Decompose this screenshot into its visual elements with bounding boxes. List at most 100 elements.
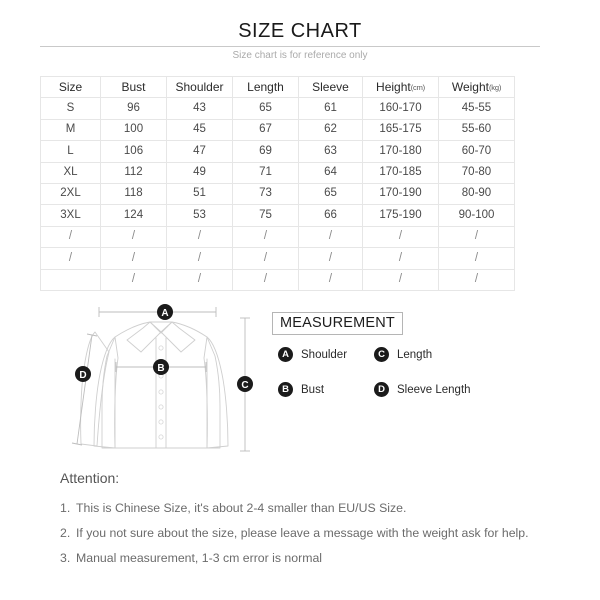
cell-weight: 60-70 (438, 140, 515, 163)
column-header-length-label: Length (247, 80, 284, 95)
cell-size: XL (40, 161, 101, 184)
cell-sleeve: 61 (298, 97, 363, 120)
attention-note-number: 2. (60, 525, 71, 540)
cell-length: / (232, 247, 299, 270)
title-divider (40, 46, 540, 47)
cell-length: / (232, 225, 299, 249)
cell-sleeve: 64 (298, 161, 363, 184)
cell-length: 71 (232, 161, 299, 184)
measurement-heading: MEASUREMENT (272, 312, 403, 335)
column-header-sleeve: Sleeve (298, 75, 363, 99)
cell-length: 67 (232, 118, 299, 142)
marker-b-icon: B (153, 359, 169, 375)
badge-c-icon: C (374, 347, 389, 362)
cell-height: / (362, 247, 439, 270)
size-table: Size Bust Shoulder Length Sleeve Height(… (40, 75, 515, 291)
attention-note-number-truncated (60, 574, 76, 592)
table-header-row: Size Bust Shoulder Length Sleeve Height(… (40, 75, 515, 99)
page-subtitle: Size chart is for reference only (232, 50, 368, 61)
cell-shoulder: / (166, 268, 233, 291)
table-row: / / / / / / / (40, 247, 515, 270)
cell-size: M (40, 118, 101, 142)
sleeve-measure-line (76, 334, 93, 445)
cell-bust: 96 (100, 97, 167, 120)
cell-weight: / (438, 225, 515, 249)
cell-weight: 90-100 (438, 204, 515, 227)
svg-text:A: A (161, 308, 168, 319)
size-chart-page: SIZE CHART Size chart is for reference o… (0, 0, 600, 600)
cell-sleeve: 65 (298, 182, 363, 206)
attention-notes: 1. This is Chinese Size, it's about 2-4 … (60, 500, 530, 599)
cell-size: / (40, 247, 101, 270)
cell-shoulder: / (166, 247, 233, 270)
cell-shoulder: 47 (166, 140, 233, 163)
legend-label-bust: Bust (301, 383, 325, 396)
legend-label-sleeve-length: Sleeve Length (397, 383, 471, 396)
attention-note-text: If you not sure about the size, please l… (76, 525, 529, 540)
legend-item-length: C Length (374, 347, 432, 362)
table-row: 3XL 124 53 75 66 175-190 90-100 (40, 204, 515, 227)
cell-height: / (362, 225, 439, 249)
table-row: M 100 45 67 62 165-175 55-60 (40, 118, 515, 142)
cell-size: S (40, 97, 101, 120)
table-body: S 96 43 65 61 160-170 45-55 M 100 45 67 … (40, 97, 515, 291)
cell-weight: 55-60 (438, 118, 515, 142)
legend-row: B Bust D Sleeve Length (278, 382, 528, 397)
attention-note-number: 1. (60, 501, 71, 515)
svg-text:C: C (241, 380, 248, 391)
cell-sleeve: / (298, 268, 363, 291)
cell-bust: 112 (100, 161, 167, 184)
cell-length: 69 (232, 140, 299, 163)
attention-note: 3. Manual measurement, 1-3 cm error is n… (60, 550, 530, 568)
legend-item-sleeve-length: D Sleeve Length (374, 382, 471, 397)
table-row: S 96 43 65 61 160-170 45-55 (40, 97, 515, 120)
column-header-weight-label: Weight (451, 80, 489, 95)
column-header-weight: Weight(kg) (438, 75, 515, 99)
cell-size: / (40, 225, 101, 249)
cell-sleeve: 62 (298, 118, 363, 142)
column-header-height-label: Height (376, 80, 411, 95)
cell-bust: 124 (100, 204, 167, 227)
table-row: 2XL 118 51 73 65 170-190 80-90 (40, 182, 515, 206)
attention-note-truncated (60, 574, 530, 592)
column-header-weight-unit: (kg) (489, 83, 502, 93)
column-header-bust-label: Bust (121, 80, 146, 95)
cell-shoulder: / (166, 225, 233, 249)
column-header-height-unit: (cm) (410, 83, 425, 93)
column-header-height: Height(cm) (362, 75, 439, 99)
cell-height: 160-170 (362, 97, 439, 120)
garment-diagram: A B C D (71, 304, 253, 452)
cell-height: 170-190 (362, 182, 439, 206)
table-row: XL 112 49 71 64 170-185 70-80 (40, 161, 515, 184)
attention-note-number: 3. (60, 550, 71, 565)
attention-note-text: This is Chinese Size, it's about 2-4 sma… (76, 501, 407, 515)
cell-sleeve: 66 (298, 204, 363, 227)
cell-weight: 45-55 (438, 97, 515, 120)
cell-height: 165-175 (362, 118, 439, 142)
legend-item-shoulder: A Shoulder (278, 347, 374, 362)
table-row: / / / / / / / (40, 225, 515, 249)
column-header-size: Size (40, 75, 101, 99)
cell-size (40, 268, 101, 291)
badge-d-icon: D (374, 382, 389, 397)
cell-weight: 70-80 (438, 161, 515, 184)
cell-bust: / (100, 247, 167, 270)
column-header-sleeve-label: Sleeve (312, 80, 349, 95)
column-header-shoulder-label: Shoulder (175, 80, 224, 95)
attention-heading: Attention: (60, 470, 120, 486)
badge-a-icon: A (278, 347, 293, 362)
attention-note: 1. This is Chinese Size, it's about 2-4 … (60, 500, 530, 518)
cell-shoulder: 49 (166, 161, 233, 184)
column-header-shoulder: Shoulder (166, 75, 233, 99)
cell-weight: / (438, 247, 515, 270)
column-header-length: Length (232, 75, 299, 99)
page-title: SIZE CHART (238, 20, 362, 42)
column-header-bust: Bust (100, 75, 167, 99)
cell-sleeve: 63 (298, 140, 363, 163)
cell-weight: / (438, 268, 515, 291)
attention-note-text: Manual measurement, 1-3 cm error is norm… (76, 550, 323, 565)
cell-shoulder: 43 (166, 97, 233, 120)
cell-bust: / (100, 225, 167, 249)
cell-bust: 106 (100, 140, 167, 163)
cell-shoulder: 53 (166, 204, 233, 227)
